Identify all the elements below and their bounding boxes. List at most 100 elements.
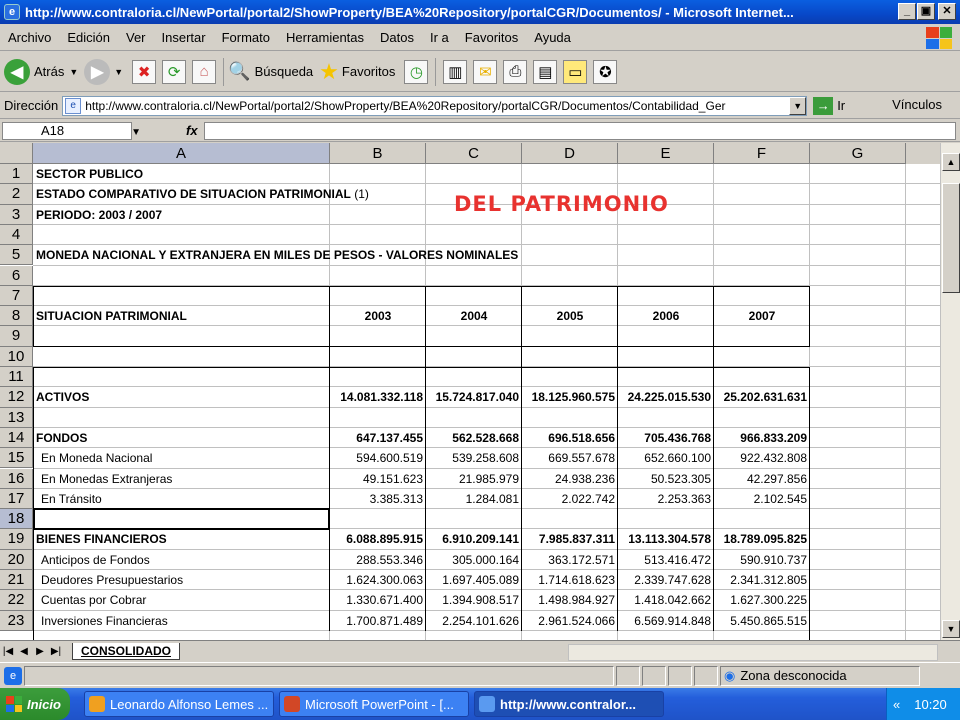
tray-expand-icon[interactable]: « (893, 697, 900, 712)
column-header-D[interactable]: D (522, 143, 618, 164)
print-icon[interactable]: ⎙ (503, 59, 528, 84)
prev-sheet-icon[interactable]: ◀ (16, 646, 32, 657)
history-icon[interactable]: ◷ (404, 59, 429, 84)
research-icon[interactable]: ▥ (443, 59, 468, 84)
menu-item-0[interactable]: Archivo (0, 30, 59, 45)
back-dropdown-icon[interactable]: ▼ (69, 67, 78, 77)
cell-value: 6.569.914.848 (634, 613, 711, 628)
spreadsheet-grid[interactable]: A B C D E F G 1 2 3 4 5 6 7 8 9 10 11 12 13 14 15 16 17 18 19 20 21… (0, 143, 940, 640)
sheet-tab-consolidado[interactable]: CONSOLIDADO (72, 643, 180, 660)
row-header-13[interactable]: 13 (0, 407, 33, 428)
task-browser[interactable]: http://www.contralor... (474, 691, 664, 717)
links-label[interactable]: Vínculos (892, 97, 942, 112)
cell-year-header: 2006 (652, 309, 680, 324)
scroll-down-icon[interactable]: ▼ (942, 620, 960, 638)
row-header-22[interactable]: 22 (0, 590, 33, 611)
vertical-scrollbar[interactable]: ▲ ▼ (940, 143, 960, 640)
cell-row-label: En Tránsito (41, 491, 102, 506)
windows-logo-icon (926, 27, 952, 49)
next-sheet-icon[interactable]: ▶ (32, 646, 48, 657)
last-sheet-icon[interactable]: ▶| (48, 646, 64, 657)
row-header-10[interactable]: 10 (0, 346, 33, 367)
menu-item-9[interactable]: Ayuda (526, 30, 579, 45)
row-header-23[interactable]: 23 (0, 610, 33, 631)
taskbar: Inicio Leonardo Alfonso Lemes ... Micros… (0, 688, 960, 720)
menu-item-1[interactable]: Edición (59, 30, 118, 45)
row-header-2[interactable]: 2 (0, 184, 33, 205)
name-box-dropdown-icon[interactable]: ▼ (131, 125, 141, 141)
selected-cell-A18[interactable] (33, 508, 330, 531)
menu-item-3[interactable]: Insertar (154, 30, 214, 45)
select-all-corner[interactable] (0, 143, 33, 164)
menu-item-4[interactable]: Formato (214, 30, 278, 45)
row-header-4[interactable]: 4 (0, 224, 33, 246)
column-header-G[interactable]: G (810, 143, 906, 164)
column-header-A[interactable]: A (33, 143, 330, 164)
row-header-9[interactable]: 9 (0, 326, 33, 347)
stop-icon[interactable]: ✖ (132, 59, 157, 84)
note-icon[interactable]: ▭ (563, 59, 588, 84)
scroll-up-icon[interactable]: ▲ (942, 153, 960, 171)
name-box[interactable]: A18 ▼ (2, 121, 141, 140)
favorites-button[interactable]: ★ Favoritos (319, 59, 395, 85)
menu-item-8[interactable]: Favoritos (457, 30, 526, 45)
mail-icon[interactable]: ✉ (473, 59, 498, 84)
start-button[interactable]: Inicio (0, 688, 70, 720)
function-icon[interactable]: fx (186, 123, 198, 138)
task-leonardo[interactable]: Leonardo Alfonso Lemes ... (84, 691, 274, 717)
cell-period: PERIODO: 2003 / 2007 (36, 207, 163, 222)
cell-value: 562.528.668 (452, 430, 519, 445)
column-header-B[interactable]: B (330, 143, 426, 164)
refresh-icon[interactable]: ⟳ (162, 59, 187, 84)
go-button[interactable]: → Ir (813, 96, 845, 115)
row-header-15[interactable]: 15 (0, 448, 33, 469)
close-button[interactable]: ✕ (938, 3, 956, 20)
forward-dropdown-icon[interactable]: ▼ (114, 67, 123, 77)
row-header-6[interactable]: 6 (0, 265, 33, 286)
cell-value: 18.125.960.575 (531, 390, 615, 405)
menu-item-7[interactable]: Ir a (422, 30, 457, 45)
menu-item-2[interactable]: Ver (118, 30, 154, 45)
first-sheet-icon[interactable]: |◀ (0, 646, 16, 657)
row-header-20[interactable]: 20 (0, 549, 33, 570)
row-header-8[interactable]: 8 (0, 306, 33, 327)
messenger-icon[interactable]: ✪ (593, 59, 618, 84)
row-header-1[interactable]: 1 (0, 164, 33, 185)
row-header-12[interactable]: 12 (0, 387, 33, 408)
row-header-18[interactable]: 18 (0, 509, 33, 530)
row-header-21[interactable]: 21 (0, 570, 33, 591)
menu-item-6[interactable]: Datos (372, 30, 422, 45)
cell-value: 49.151.623 (362, 471, 423, 486)
back-button[interactable]: ◀ Atrás ▼ (4, 58, 78, 85)
row-header-5[interactable]: 5 (0, 245, 33, 266)
menu-item-5[interactable]: Herramientas (278, 30, 372, 45)
address-bar: Dirección e http://www.contraloria.cl/Ne… (0, 93, 960, 119)
horizontal-scrollbar[interactable] (568, 644, 938, 661)
row-header-17[interactable]: 17 (0, 488, 33, 510)
row-header-16[interactable]: 16 (0, 468, 33, 489)
favorites-label: Favoritos (341, 64, 396, 79)
task-powerpoint[interactable]: Microsoft PowerPoint - [... (279, 691, 469, 717)
row-header-19[interactable]: 19 (0, 529, 33, 550)
search-button[interactable]: 🔍 Búsqueda (228, 61, 313, 82)
scroll-thumb[interactable] (942, 183, 960, 293)
column-header-F[interactable]: F (714, 143, 810, 164)
column-header-C[interactable]: C (426, 143, 522, 164)
home-icon[interactable]: ⌂ (192, 59, 217, 84)
row-header-14[interactable]: 14 (0, 427, 33, 449)
forward-button[interactable]: ▶ ▼ (84, 58, 123, 85)
maximize-button[interactable]: ▣ (917, 3, 935, 20)
row-header-7[interactable]: 7 (0, 285, 33, 307)
row-header-3[interactable]: 3 (0, 204, 33, 225)
column-header-E[interactable]: E (618, 143, 714, 164)
minimize-button[interactable]: _ (898, 3, 916, 20)
row-header-11[interactable]: 11 (0, 367, 33, 388)
edit-icon[interactable]: ▤ (533, 59, 558, 84)
cell-value: 42.297.856 (746, 471, 807, 486)
cell-value: 669.557.678 (548, 451, 615, 466)
ie-icon: e (4, 4, 20, 20)
address-input[interactable]: e http://www.contraloria.cl/NewPortal/po… (62, 95, 808, 116)
address-dropdown-icon[interactable]: ▼ (789, 96, 807, 115)
cell-value: 25.202.631.631 (723, 390, 807, 405)
formula-input[interactable] (204, 122, 956, 140)
